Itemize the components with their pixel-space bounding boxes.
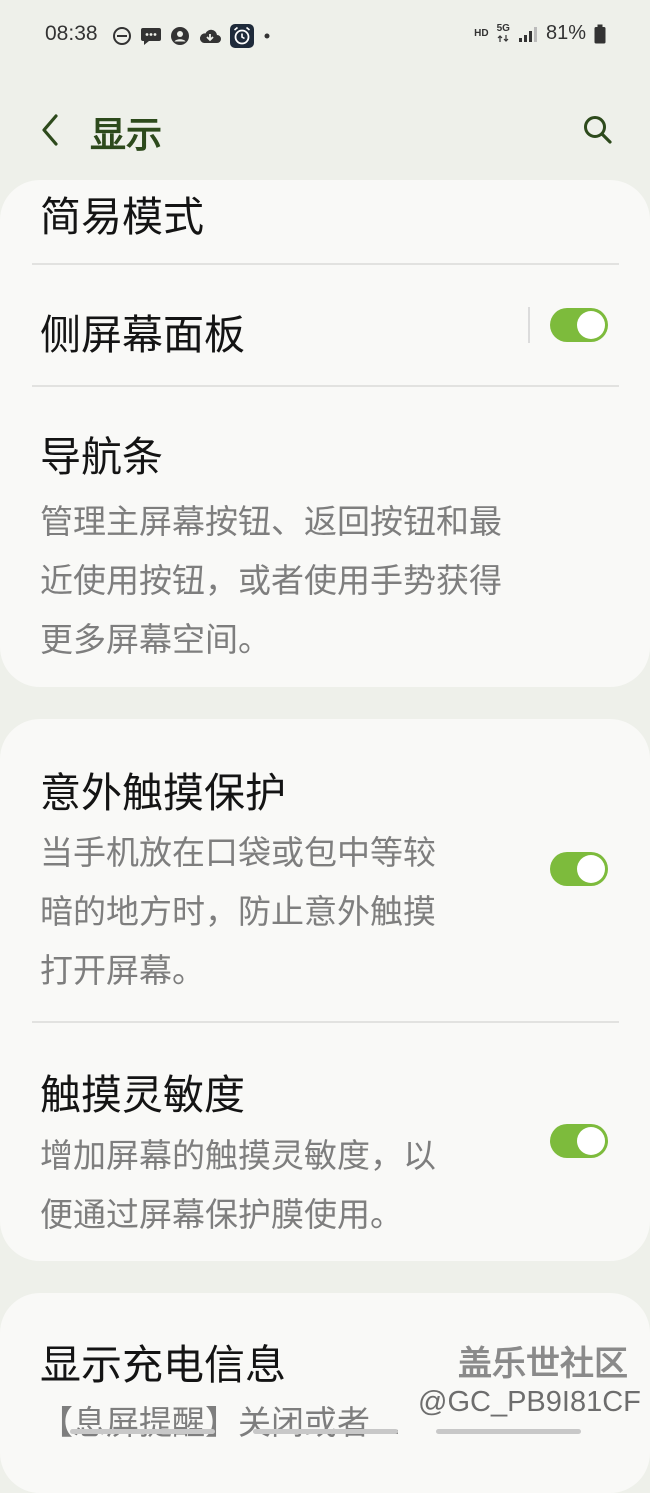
account-icon: [171, 27, 189, 45]
accidental-touch-toggle[interactable]: [550, 852, 608, 886]
alarm-app-icon: [230, 24, 254, 48]
setting-description: 增加屏幕的触摸灵敏度，以 便通过屏幕保护膜使用。: [40, 1136, 436, 1234]
hd-indicator: HD: [474, 27, 489, 39]
dot-icon: [264, 33, 270, 39]
back-button[interactable]: [36, 110, 68, 150]
network-indicator: 5G: [497, 24, 510, 43]
gesture-hint-left: [70, 1429, 215, 1434]
setting-title: 侧屏幕面板: [40, 311, 245, 359]
battery-percent: 81%: [545, 22, 586, 44]
search-icon: [584, 116, 612, 144]
page-title: 显示: [90, 115, 163, 156]
signal-icon: [518, 26, 537, 42]
edge-panels-toggle[interactable]: [550, 308, 608, 342]
battery-icon: [594, 24, 606, 43]
status-bar: 08:38 HD 5G 81%: [0, 0, 650, 72]
setting-easy-mode[interactable]: 简易模式: [0, 180, 650, 264]
setting-title: 意外触摸保护: [40, 769, 286, 817]
settings-card-2: 意外触摸保护 当手机放在口袋或包中等较 暗的地方时，防止意外触摸 打开屏幕。 触…: [0, 719, 650, 1261]
setting-description: 当手机放在口袋或包中等较 暗的地方时，防止意外触摸 打开屏幕。: [40, 833, 436, 990]
message-icon: [141, 28, 161, 45]
dnd-icon: [113, 27, 131, 45]
setting-accidental-touch[interactable]: 意外触摸保护 当手机放在口袋或包中等较 暗的地方时，防止意外触摸 打开屏幕。: [0, 719, 650, 1021]
watermark-user-id: @GC_PB9I81CF: [418, 1386, 641, 1418]
setting-edge-panels[interactable]: 侧屏幕面板: [0, 265, 650, 385]
app-bar: 显示: [0, 100, 650, 162]
gesture-hint-center[interactable]: [253, 1429, 398, 1434]
gesture-hint-right: [436, 1429, 581, 1434]
vertical-separator: [528, 307, 530, 343]
watermark-community: 盖乐世社区: [458, 1344, 628, 1384]
cloud-icon: [199, 29, 221, 43]
toggle-knob: [577, 311, 605, 339]
settings-card-1: 简易模式 侧屏幕面板 导航条 管理主屏幕按钮、返回按钮和最 近使用按钮，或者使用…: [0, 180, 650, 687]
setting-title: 显示充电信息: [40, 1341, 286, 1389]
setting-description: 管理主屏幕按钮、返回按钮和最 近使用按钮，或者使用手势获得 更多屏幕空间。: [40, 502, 502, 659]
setting-title: 导航条: [40, 433, 163, 481]
gesture-navigation-bar: [0, 1427, 650, 1437]
setting-title: 触摸灵敏度: [40, 1071, 245, 1119]
status-time: 08:38: [45, 22, 98, 45]
search-button[interactable]: [580, 112, 616, 148]
setting-navigation-bar[interactable]: 导航条 管理主屏幕按钮、返回按钮和最 近使用按钮，或者使用手势获得 更多屏幕空间…: [0, 387, 650, 687]
data-arrows-icon: [497, 35, 509, 42]
chevron-left-icon: [42, 114, 58, 146]
toggle-knob: [577, 1127, 605, 1155]
setting-touch-sensitivity[interactable]: 触摸灵敏度 增加屏幕的触摸灵敏度，以 便通过屏幕保护膜使用。: [0, 1023, 650, 1261]
setting-title: 简易模式: [40, 193, 204, 241]
touch-sensitivity-toggle[interactable]: [550, 1124, 608, 1158]
toggle-knob: [577, 855, 605, 883]
